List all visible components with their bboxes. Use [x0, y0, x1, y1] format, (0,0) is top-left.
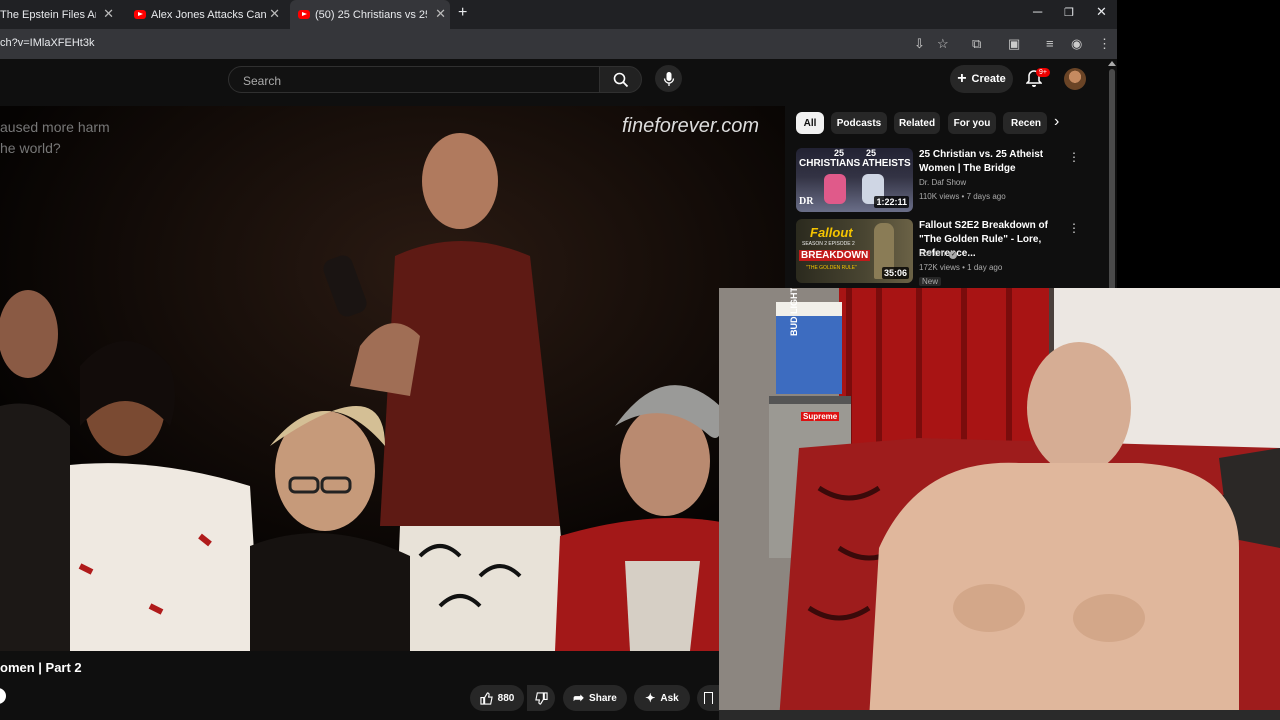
address-bar: ch?v=IMlaXFEHt3k ⇩ ☆ ⧉ ▣ ≡ ◉ ⋮ [0, 29, 1117, 59]
chevron-right-icon[interactable]: › [1054, 113, 1059, 131]
video-meta: 110K views • 7 days ago [919, 192, 1006, 201]
bookmark-icon [704, 692, 713, 704]
new-tab-button[interactable]: + [458, 4, 467, 22]
webcam-overlay: BUD LIGHT Supreme [719, 288, 1280, 720]
thumb-bottom-text: "THE GOLDEN RULE" [806, 265, 857, 271]
browser-tab-strip: The Epstein Files Are Way W ✕ Alex Jones… [0, 0, 1117, 29]
fridge-label: BUD LIGHT [789, 288, 799, 336]
thumb-num-right: 25 [866, 148, 877, 158]
thumb-person-left [824, 174, 846, 204]
video-frame-scene [0, 106, 785, 651]
ask-label: Ask [660, 692, 679, 704]
split-view-icon[interactable]: ▣ [1008, 36, 1020, 52]
plus-icon: + [957, 70, 967, 87]
like-count: 880 [497, 692, 515, 704]
scroll-up-arrow-icon[interactable] [1108, 61, 1116, 66]
channel-name[interactable]: Dr. Daf Show [919, 178, 966, 187]
tab-title: Alex Jones Attacks Candace Ow [151, 8, 266, 21]
search-input[interactable] [241, 73, 581, 89]
recommendation-channel: Oxhorn ✓ [919, 249, 958, 259]
overlay-line: aused more harm [0, 119, 110, 135]
thumb-main-text: BREAKDOWN [799, 250, 871, 261]
thumbs-down-icon [534, 691, 548, 705]
channel-name[interactable]: Oxhorn [919, 249, 945, 258]
minimize-button[interactable]: ─ [1033, 4, 1042, 19]
create-label: Create [971, 73, 1006, 85]
chip-recently-uploaded[interactable]: Recen [1003, 112, 1047, 134]
new-badge: New [919, 277, 942, 286]
tab-title: (50) 25 Christians vs 25 Atheist [315, 8, 427, 21]
ask-button[interactable]: ✦ Ask [634, 685, 690, 711]
sticker-label: Supreme [801, 412, 840, 421]
share-label: Share [589, 692, 617, 704]
voice-search-button[interactable] [655, 65, 682, 92]
video-duration: 35:06 [881, 267, 909, 279]
video-thumbnail[interactable]: CHRISTIANS 25 25 ATHEISTS DR 1:22:11 [796, 148, 913, 212]
tab-alex-jones[interactable]: Alex Jones Attacks Candace Ow ✕ [132, 0, 284, 29]
share-button[interactable]: ➦ Share [563, 685, 627, 711]
sparkle-icon: ✦ [645, 691, 656, 705]
like-button[interactable]: 880 [470, 685, 524, 711]
more-actions-icon[interactable]: ⋮ [1068, 150, 1080, 164]
watermark-text: fineforever.com [622, 115, 760, 137]
profile-icon[interactable]: ◉ [1071, 36, 1082, 52]
search-box [228, 66, 600, 93]
media-control-icon[interactable]: ≡ [1046, 36, 1054, 51]
extensions-icon[interactable]: ⧉ [972, 36, 981, 52]
bookmark-star-icon[interactable]: ☆ [937, 36, 949, 52]
close-tab-icon[interactable]: ✕ [103, 6, 114, 22]
channel-avatar[interactable] [0, 688, 6, 704]
install-app-icon[interactable]: ⇩ [914, 36, 925, 52]
microphone-icon [663, 71, 674, 86]
tab-title: The Epstein Files Are Way W [0, 8, 96, 21]
video-title: omen | Part 2 [0, 660, 82, 675]
more-actions-icon[interactable]: ⋮ [1068, 221, 1080, 235]
chip-podcasts[interactable]: Podcasts [831, 112, 887, 134]
create-button[interactable]: + Create [950, 65, 1013, 93]
thumb-num-left: 25 [834, 148, 845, 158]
thumb-text-left: CHRISTIANS [799, 158, 861, 169]
tab-epstein-files[interactable]: The Epstein Files Are Way W ✕ [0, 0, 120, 29]
desktop-background [1117, 0, 1280, 288]
webcam-scene [719, 288, 1280, 720]
url-field[interactable]: ch?v=IMlaXFEHt3k [0, 37, 94, 49]
verified-icon: ✓ [949, 251, 958, 259]
tab-christians-vs-atheists[interactable]: (50) 25 Christians vs 25 Atheist ✕ [290, 0, 450, 29]
search-button[interactable] [599, 66, 642, 93]
dislike-button[interactable] [527, 685, 555, 711]
recommendation-item[interactable]: Fallout SEASON 2 EPISODE 2 BREAKDOWN "TH… [796, 219, 1080, 286]
notification-badge: 9+ [1036, 68, 1050, 77]
overlay-line: he world? [0, 140, 61, 156]
browser-menu-icon[interactable]: ⋮ [1098, 36, 1111, 52]
chip-for-you[interactable]: For you [948, 112, 996, 134]
close-tab-icon[interactable]: ✕ [269, 6, 280, 22]
video-player[interactable]: fineforever.com aused more harm he world… [0, 106, 785, 651]
maximize-button[interactable]: ❐ [1064, 6, 1074, 19]
video-duration: 1:22:11 [874, 196, 909, 208]
share-icon: ➦ [573, 690, 585, 705]
thumbs-up-icon [480, 691, 493, 705]
video-thumbnail[interactable]: Fallout SEASON 2 EPISODE 2 BREAKDOWN "TH… [796, 219, 913, 283]
chip-all[interactable]: All [796, 112, 824, 134]
recommendation-item[interactable]: CHRISTIANS 25 25 ATHEISTS DR 1:22:11 25 … [796, 148, 1080, 212]
chip-related[interactable]: Related [894, 112, 940, 134]
close-tab-icon[interactable]: ✕ [435, 6, 446, 22]
youtube-favicon-icon [298, 10, 310, 19]
close-window-button[interactable]: ✕ [1096, 4, 1107, 20]
thumb-text-right: ATHEISTS [862, 158, 911, 169]
account-avatar[interactable] [1064, 68, 1086, 90]
youtube-favicon-icon [134, 10, 146, 19]
thumb-subtitle: SEASON 2 EPISODE 2 [802, 241, 855, 247]
thumb-logo: DR [799, 196, 814, 207]
video-overlay-text: aused more harm he world? [0, 117, 110, 159]
video-meta: 172K views • 1 day ago [919, 263, 1003, 272]
recommendation-title[interactable]: 25 Christian vs. 25 Atheist Women | The … [919, 148, 1064, 176]
search-icon [613, 72, 628, 87]
thumb-title: Fallout [810, 225, 853, 240]
